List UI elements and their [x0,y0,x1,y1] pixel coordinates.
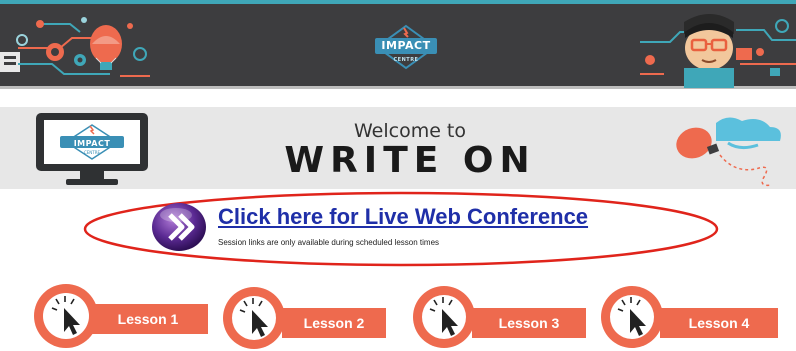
impact-centre-logo: IMPACT CENTRE [371,24,441,70]
monitor-logo-subtitle: CENTRE [83,150,101,155]
monitor-icon [36,113,148,185]
play-arrow-icon[interactable] [150,201,208,253]
lesson-1-button[interactable]: Lesson 1 [32,280,212,351]
lesson-1-label: Lesson 1 [88,304,208,334]
lesson-2-label: Lesson 2 [282,308,386,338]
welcome-banner: IMPACT CENTRE Welcome to WRITE ON [0,107,796,189]
cursor-click-icon [601,286,663,348]
monitor-logo-title: IMPACT [73,139,111,148]
welcome-title: WRITE ON [284,140,536,181]
session-availability-note: Session links are only available during … [218,238,440,247]
cursor-click-icon [413,286,475,348]
cursor-click-icon [34,284,98,348]
live-web-conference-link[interactable]: Click here for Live Web Conference [218,204,588,230]
logo-title: IMPACT [381,39,431,52]
welcome-heading: Welcome to [353,120,467,142]
lightbulb-icon [676,117,781,187]
lesson-4-button[interactable]: Lesson 4 [598,280,782,351]
lesson-2-button[interactable]: Lesson 2 [220,280,390,351]
lesson-3-button[interactable]: Lesson 3 [410,280,590,351]
header-banner: IMPACT CENTRE [0,0,796,89]
header-illustration-left [0,17,150,77]
lesson-4-label: Lesson 4 [660,308,778,338]
header-illustration-right [640,14,796,88]
logo-subtitle: CENTRE [393,57,419,63]
lesson-3-label: Lesson 3 [472,308,586,338]
cursor-click-icon [223,287,285,349]
